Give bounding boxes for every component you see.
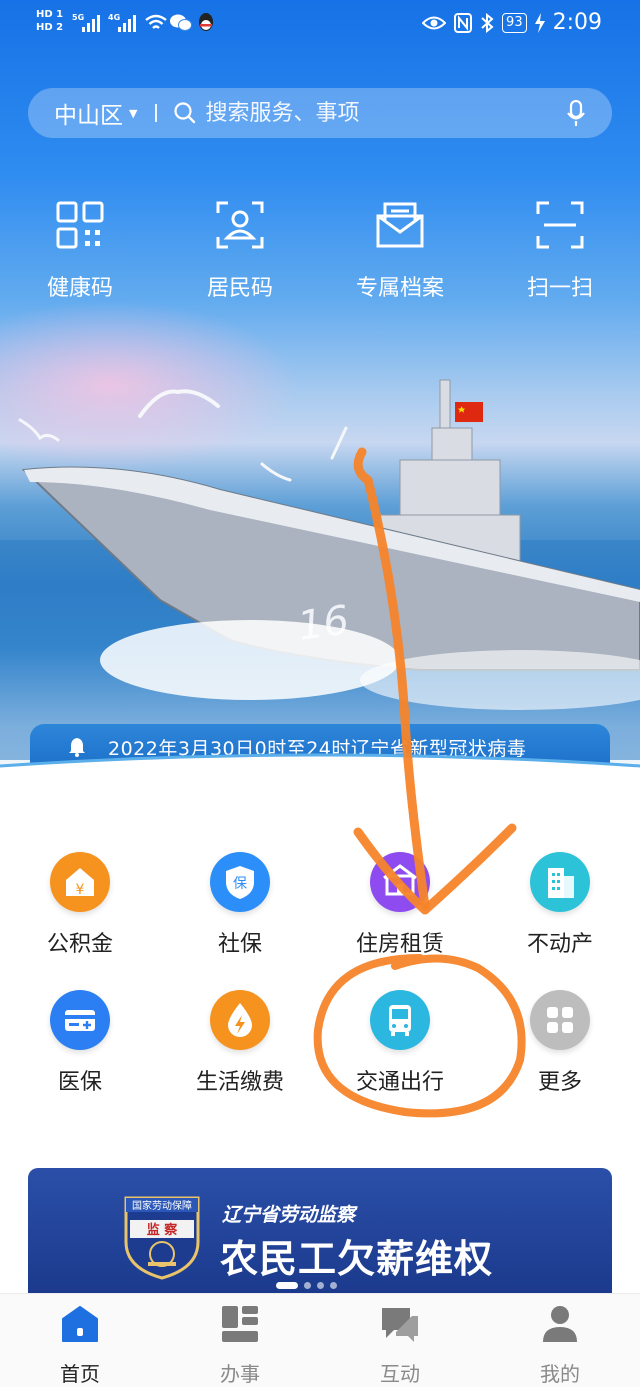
- utility-payment-icon: [210, 990, 270, 1050]
- service-utility-payment[interactable]: 生活缴费: [170, 990, 310, 1096]
- battery-level: 93: [502, 12, 527, 33]
- service-more[interactable]: 更多: [490, 990, 630, 1096]
- bluetooth-icon: [481, 12, 494, 33]
- signal-1-icon: [82, 14, 104, 32]
- search-input[interactable]: [205, 100, 566, 126]
- social-security-icon: 保: [210, 852, 270, 912]
- quick-action-label: 专属档案: [355, 276, 444, 301]
- quick-action-label: 健康码: [46, 276, 113, 301]
- transit-bus-icon: [370, 990, 430, 1050]
- nav-label: 办事: [220, 1362, 260, 1386]
- service-real-estate[interactable]: 不动产: [490, 852, 630, 958]
- more-grid-icon: [530, 990, 590, 1050]
- promo-banner[interactable]: 国家劳动保障 监 察 辽宁省劳动监察 农民工欠薪维权: [28, 1168, 612, 1293]
- service-housing-rental[interactable]: 住房租赁: [330, 852, 470, 958]
- service-label: 交通出行: [355, 1070, 444, 1095]
- nav-home[interactable]: 首页: [30, 1304, 130, 1387]
- pagination-dot: [330, 1282, 337, 1289]
- resident-code-icon: [216, 201, 264, 249]
- service-label: 医保: [57, 1070, 102, 1095]
- service-housing-fund[interactable]: ¥ 公积金: [10, 852, 150, 958]
- sim-indicators: HD 1 HD 2: [36, 8, 63, 34]
- banner-pagination: [276, 1282, 337, 1289]
- pagination-dot-active: [276, 1282, 298, 1289]
- quick-action-archive[interactable]: 专属档案: [335, 200, 465, 302]
- nav-services[interactable]: 办事: [190, 1304, 290, 1387]
- nav-label: 互动: [380, 1362, 420, 1386]
- nav-label: 我的: [540, 1362, 580, 1386]
- service-label: 生活缴费: [195, 1070, 284, 1095]
- svg-text:保: 保: [233, 876, 247, 892]
- service-label: 住房租赁: [355, 932, 444, 957]
- service-label: 社保: [217, 932, 262, 957]
- service-medical-insurance[interactable]: 医保: [10, 990, 150, 1096]
- chevron-down-icon: ▼: [129, 106, 138, 120]
- nav-interact[interactable]: 互动: [350, 1304, 450, 1387]
- archive-tray-icon: [376, 202, 424, 248]
- clock: 2:09: [552, 10, 602, 35]
- nfc-icon: [454, 12, 473, 33]
- district-selector[interactable]: 中山区 ▼: [54, 96, 137, 130]
- eye-icon: [422, 16, 447, 29]
- wechat-icon: [170, 14, 192, 31]
- sim2-label: HD 2: [36, 22, 64, 33]
- search-divider: [155, 104, 158, 122]
- pagination-dot: [304, 1282, 311, 1289]
- home-icon: [62, 1306, 98, 1342]
- district-label: 中山区: [54, 103, 123, 129]
- hero-section: HD 1 HD 2 5G 4G 93 2:09 中山区 ▼ 搜索服务、事项 健康…: [0, 0, 640, 790]
- quick-action-health-code[interactable]: 健康码: [15, 200, 145, 302]
- flag: [455, 402, 483, 422]
- service-social-security[interactable]: 保 社保: [170, 852, 310, 958]
- quick-action-label: 扫一扫: [526, 276, 593, 301]
- services-icon: [222, 1306, 258, 1342]
- status-bar: HD 1 HD 2 5G 4G 93 2:09: [0, 0, 640, 48]
- medical-insurance-icon: [50, 990, 110, 1050]
- wifi-icon: [145, 14, 167, 29]
- status-right: 93 2:09: [422, 10, 602, 35]
- profile-icon: [543, 1306, 577, 1342]
- real-estate-icon: [530, 852, 590, 912]
- banner-subtitle: 辽宁省劳动监察: [222, 1204, 356, 1226]
- microphone-icon[interactable]: [566, 100, 586, 128]
- banner-title: 农民工欠薪维权: [220, 1237, 494, 1281]
- qr-code-icon: [56, 201, 104, 249]
- pagination-dot: [317, 1282, 324, 1289]
- signal-2-icon: [118, 14, 140, 32]
- quick-action-scan[interactable]: 扫一扫: [495, 200, 625, 302]
- labor-inspection-badge-icon: 国家劳动保障 监 察: [124, 1196, 200, 1280]
- charging-icon: [534, 12, 545, 33]
- quick-action-label: 居民码: [206, 276, 273, 301]
- badge-text-bottom: 监 察: [147, 1222, 179, 1238]
- search-icon: [174, 102, 196, 124]
- search-bar: 中山区 ▼: [28, 88, 612, 138]
- quick-action-resident-code[interactable]: 居民码: [175, 200, 305, 302]
- banner-artwork: 16: [0, 379, 640, 760]
- svg-text:¥: ¥: [76, 882, 85, 898]
- housing-rental-icon: [370, 852, 430, 912]
- service-transit[interactable]: 交通出行: [330, 990, 470, 1096]
- qq-icon: [199, 13, 213, 31]
- nav-label: 首页: [60, 1362, 100, 1386]
- sim1-label: HD 1: [36, 9, 64, 20]
- housing-fund-icon: ¥: [50, 852, 110, 912]
- service-label: 不动产: [526, 932, 593, 957]
- badge-text-top: 国家劳动保障: [132, 1199, 192, 1212]
- hero-wave: [0, 753, 640, 790]
- service-label: 公积金: [46, 932, 113, 957]
- scan-icon: [536, 201, 584, 249]
- chat-icon: [382, 1308, 418, 1342]
- nav-profile[interactable]: 我的: [510, 1304, 610, 1387]
- bottom-nav: 首页 办事 互动 我的: [0, 1293, 640, 1387]
- service-label: 更多: [537, 1070, 582, 1095]
